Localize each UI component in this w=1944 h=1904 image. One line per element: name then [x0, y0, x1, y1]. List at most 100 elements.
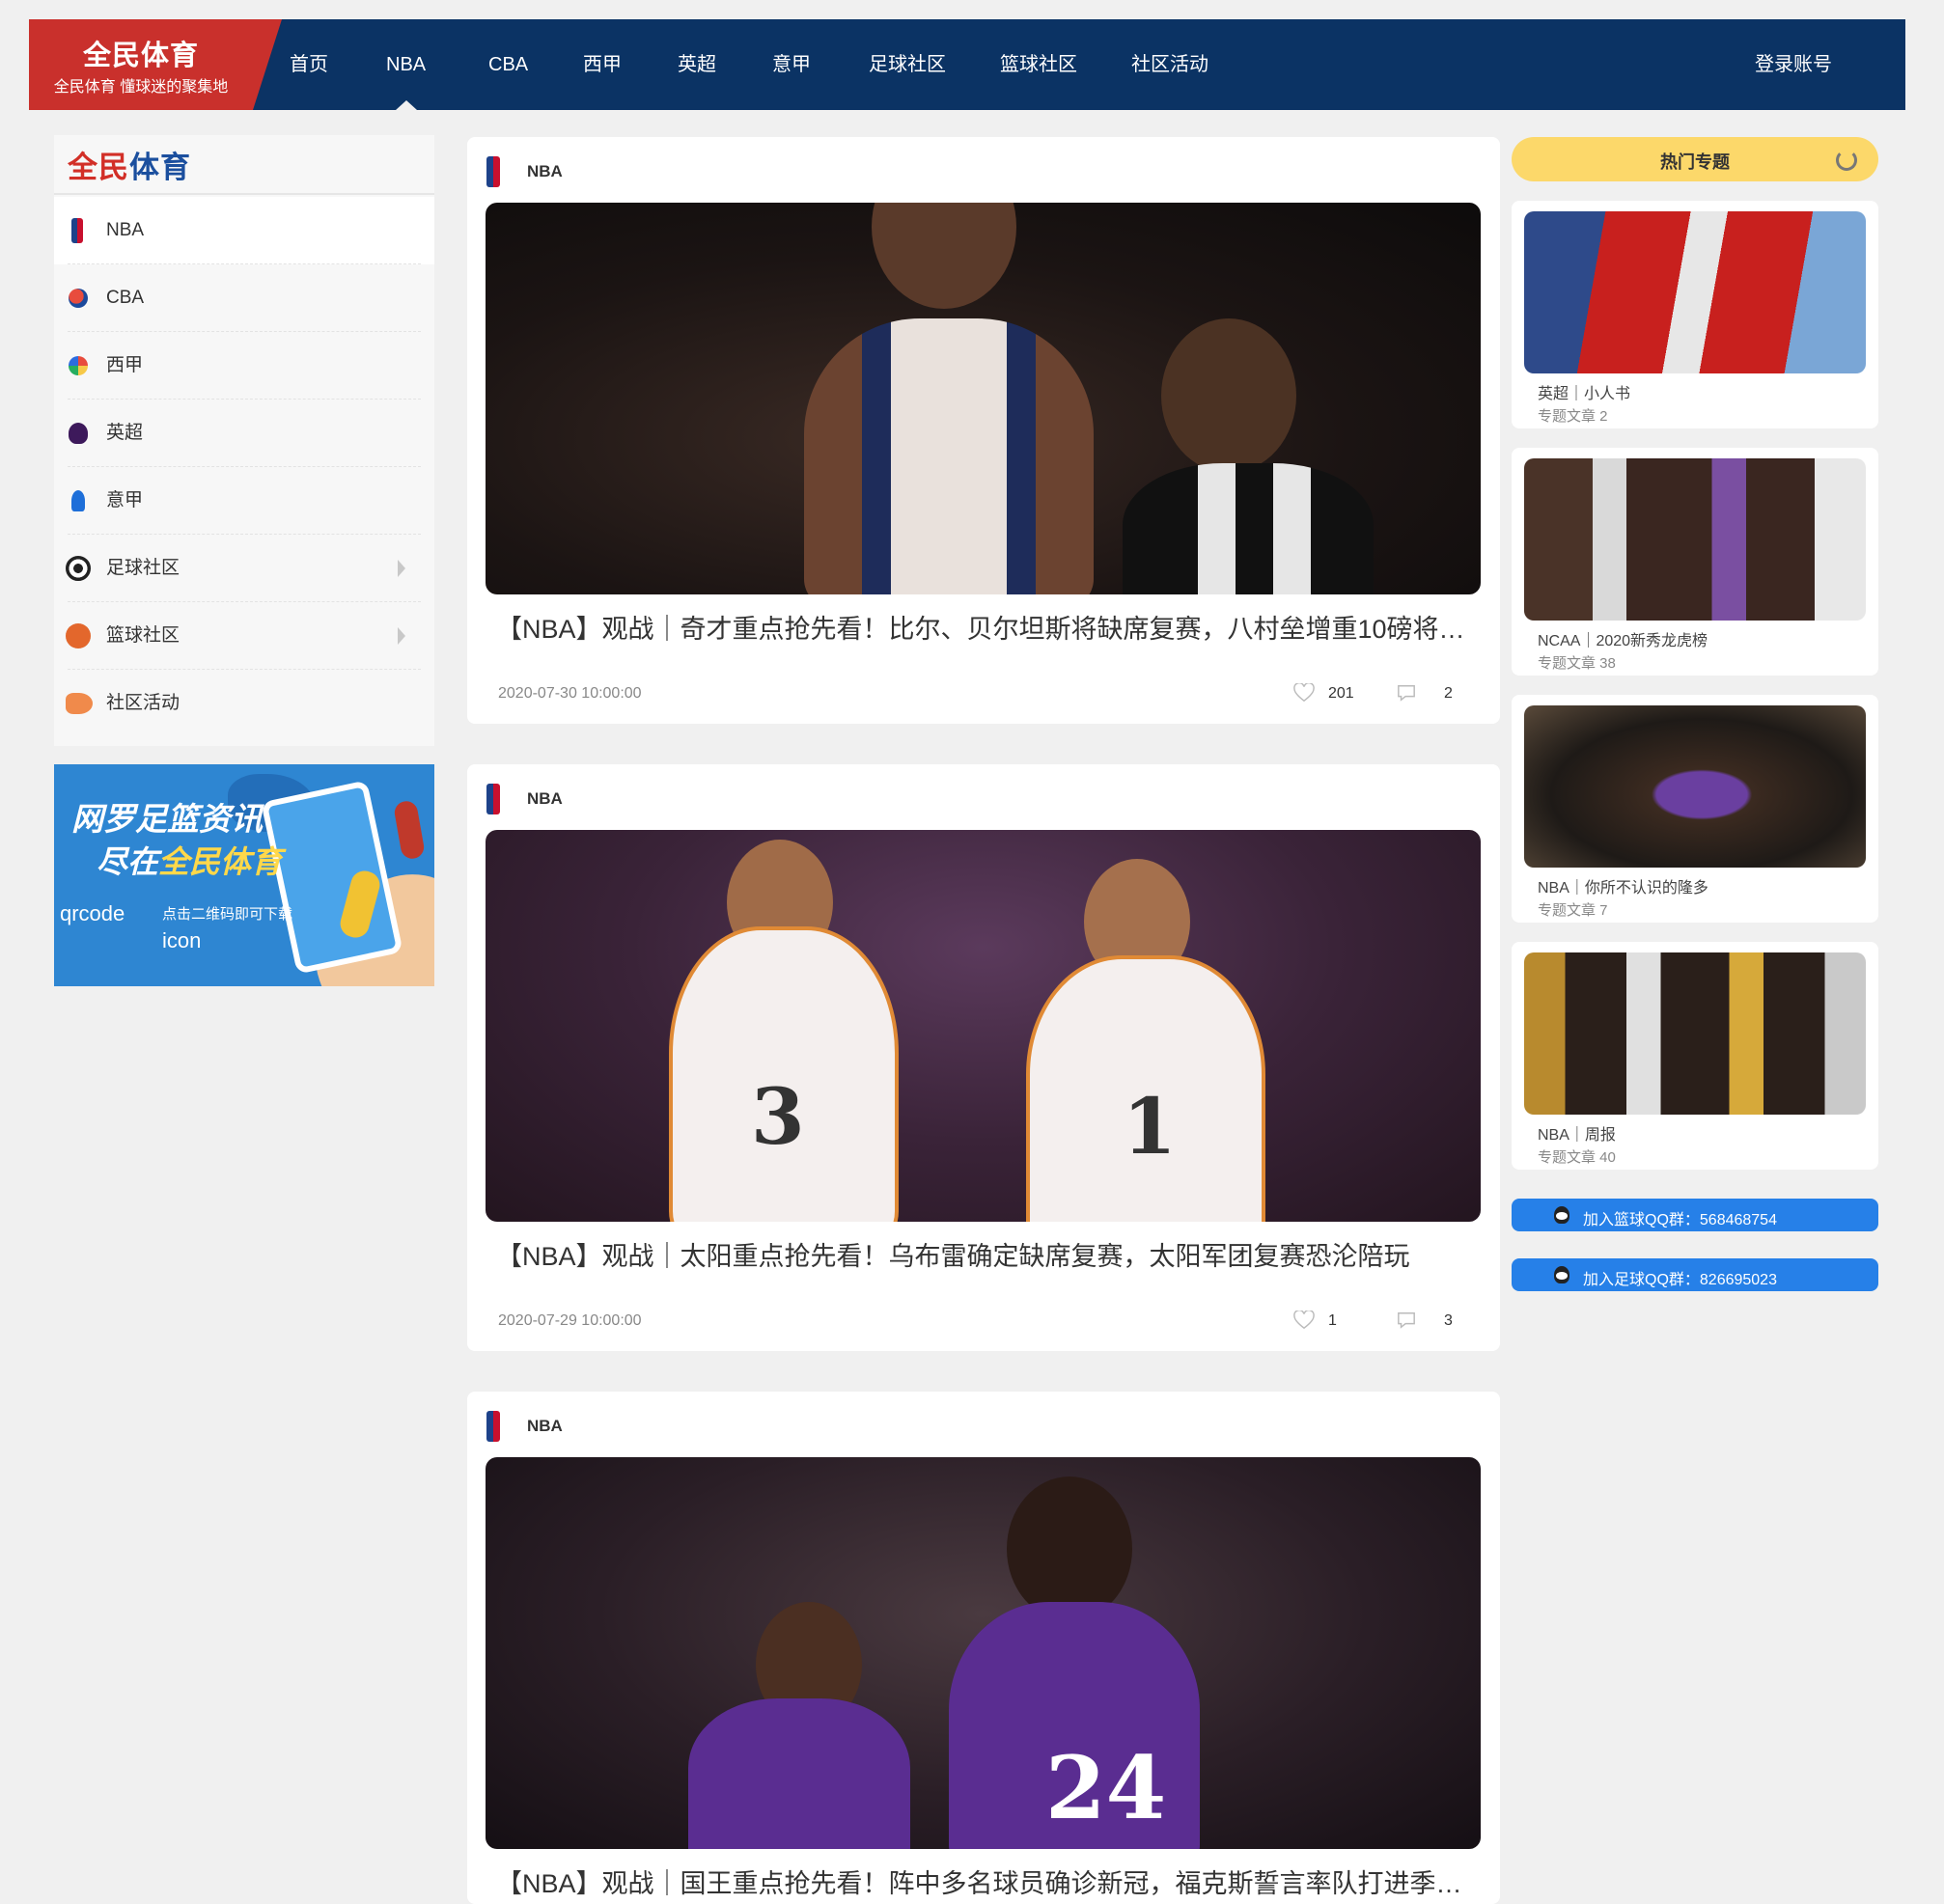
nav-item-home[interactable]: 首页: [290, 19, 328, 110]
qq-group-label: 加入足球QQ群：826695023: [1583, 1272, 1777, 1288]
topic-image: [1524, 458, 1866, 621]
nba-logo-icon: [486, 1411, 500, 1442]
sidebar-item-football-community[interactable]: 足球社区: [54, 535, 434, 602]
article-card[interactable]: NBA 3 1 【NBA】观战｜太阳重点抢先看！乌布雷确定缺席复赛，太阳军团复赛…: [467, 764, 1500, 1351]
topic-image: [1524, 705, 1866, 868]
comment-icon[interactable]: [1396, 683, 1417, 703]
jersey-number: 24: [1045, 1737, 1167, 1839]
article-tag: NBA: [527, 162, 563, 180]
banner-subheadline: 尽在全民体育: [97, 838, 282, 882]
article-title[interactable]: 【NBA】观战｜国王重点抢先看！阵中多名球员确诊新冠，福克斯誓言率队打进季后赛: [496, 1863, 1471, 1900]
sidebar-item-label: 社区活动: [106, 693, 181, 713]
join-football-qq-group-button[interactable]: 加入足球QQ群：826695023: [1512, 1258, 1878, 1291]
brand-subtitle: 全民体育 懂球迷的聚集地: [53, 79, 229, 96]
player-head: [1007, 1476, 1132, 1621]
player-jersey: [804, 318, 1094, 594]
nav-item-nba[interactable]: NBA: [386, 19, 426, 110]
sidebar-logo: 全民体育: [68, 143, 191, 186]
topic-article-count: 专题文章 38: [1538, 655, 1616, 672]
player-jersey: [688, 1698, 910, 1849]
heart-icon[interactable]: [1293, 1311, 1315, 1330]
sidebar-item-label: CBA: [106, 288, 145, 308]
qq-penguin-icon: [1554, 1206, 1569, 1224]
activity-icon: [66, 693, 93, 714]
sidebar-item-basketball-community[interactable]: 篮球社区: [54, 602, 434, 670]
article-image[interactable]: 24: [486, 1457, 1481, 1849]
sidebar-logo-red-text: 全民: [68, 151, 129, 184]
topic-image: [1524, 211, 1866, 373]
banner-subheadline-prefix: 尽在: [97, 844, 159, 879]
sidebar-item-community-events[interactable]: 社区活动: [54, 670, 434, 737]
referee-head: [1161, 318, 1296, 473]
article-image[interactable]: [486, 203, 1481, 594]
sidebar-divider: [54, 193, 434, 195]
sidebar-item-nba[interactable]: NBA: [54, 197, 434, 264]
brand-logo[interactable]: 全民体育 全民体育 懂球迷的聚集地: [29, 19, 282, 110]
nav-item-community-events[interactable]: 社区活动: [1131, 19, 1208, 110]
topic-article-count: 专题文章 7: [1538, 902, 1608, 919]
sidebar-item-premier-league[interactable]: 英超: [54, 400, 434, 467]
hot-topic-card[interactable]: NBA｜你所不认识的隆多 专题文章 7: [1512, 695, 1878, 923]
topic-name: NBA｜你所不认识的隆多: [1538, 880, 1708, 897]
hot-topics-header[interactable]: 热门专题: [1512, 137, 1878, 181]
qq-group-label: 加入篮球QQ群：568468754: [1583, 1212, 1777, 1228]
nav-item-laliga[interactable]: 西甲: [583, 19, 622, 110]
app-icon-image-alt: icon: [162, 928, 202, 952]
article-title[interactable]: 【NBA】观战｜奇才重点抢先看！比尔、贝尔坦斯将缺席复赛，八村垒增重10磅将独挑…: [496, 608, 1471, 646]
topic-image: [1524, 952, 1866, 1115]
sidebar-item-label: NBA: [106, 220, 145, 240]
qrcode-image-alt[interactable]: qrcode: [60, 901, 125, 926]
sidebar-item-label: 篮球社区: [106, 625, 181, 646]
nav-item-cba[interactable]: CBA: [488, 19, 528, 110]
nav-item-basketball-community[interactable]: 篮球社区: [1000, 19, 1077, 110]
article-date: 2020-07-29 10:00:00: [498, 1312, 642, 1329]
nba-logo-icon: [486, 156, 500, 187]
laliga-logo-icon: [69, 356, 88, 375]
nba-logo-icon: [486, 784, 500, 814]
topic-article-count: 专题文章 40: [1538, 1149, 1616, 1166]
top-navigation-bar: 全民体育 全民体育 懂球迷的聚集地 首页 NBA CBA 西甲 英超 意甲 足球…: [29, 19, 1905, 110]
nav-item-football-community[interactable]: 足球社区: [869, 19, 946, 110]
sidebar-item-label: 英超: [106, 423, 144, 443]
join-basketball-qq-group-button[interactable]: 加入篮球QQ群：568468754: [1512, 1199, 1878, 1231]
article-tag: NBA: [527, 789, 563, 808]
serie-a-logo-icon: [71, 490, 85, 511]
login-link[interactable]: 登录账号: [1755, 19, 1832, 110]
topic-name: 英超｜小人书: [1538, 386, 1631, 402]
nba-logo-icon: [71, 218, 83, 243]
comment-count: 3: [1444, 1312, 1453, 1329]
refresh-icon[interactable]: [1836, 150, 1857, 171]
topic-name: NBA｜周报: [1538, 1127, 1616, 1144]
sidebar-item-label: 西甲: [106, 355, 144, 375]
soccer-ball-icon: [66, 556, 91, 581]
hot-topics-title: 热门专题: [1660, 152, 1730, 172]
hot-topic-card[interactable]: 英超｜小人书 专题文章 2: [1512, 201, 1878, 428]
category-sidebar: 全民体育 NBA CBA 西甲 英超 意甲 足球社区 篮球社区 社区活动: [54, 135, 434, 746]
brand-title: 全民体育: [82, 41, 199, 71]
sidebar-item-label: 足球社区: [106, 558, 181, 578]
sidebar-item-cba[interactable]: CBA: [54, 264, 434, 332]
hot-topic-card[interactable]: NBA｜周报 专题文章 40: [1512, 942, 1878, 1170]
article-title[interactable]: 【NBA】观战｜太阳重点抢先看！乌布雷确定缺席复赛，太阳军团复赛恐沦陪玩: [496, 1235, 1471, 1273]
app-download-banner[interactable]: 网罗足篮资讯 尽在全民体育 qrcode 点击二维码即可下载 icon: [54, 764, 434, 986]
comment-icon[interactable]: [1396, 1311, 1417, 1330]
banner-headline: 网罗足篮资讯: [71, 801, 263, 837]
nav-item-serie-a[interactable]: 意甲: [772, 19, 811, 110]
banner-player-illustration: [392, 799, 427, 861]
sidebar-item-serie-a[interactable]: 意甲: [54, 467, 434, 535]
topic-article-count: 专题文章 2: [1538, 408, 1608, 425]
article-card[interactable]: NBA 【NBA】观战｜奇才重点抢先看！比尔、贝尔坦斯将缺席复赛，八村垒增重10…: [467, 137, 1500, 724]
download-tip: 点击二维码即可下载: [162, 906, 293, 923]
sidebar-item-laliga[interactable]: 西甲: [54, 332, 434, 400]
sidebar-item-label: 意甲: [106, 490, 144, 510]
article-card[interactable]: NBA 24 【NBA】观战｜国王重点抢先看！阵中多名球员确诊新冠，福克斯誓言率…: [467, 1392, 1500, 1904]
nav-item-premier-league[interactable]: 英超: [678, 19, 716, 110]
heart-icon[interactable]: [1293, 683, 1315, 703]
topic-name: NCAA｜2020新秀龙虎榜: [1538, 633, 1708, 649]
like-count: 201: [1328, 685, 1354, 702]
comment-count: 2: [1444, 685, 1453, 702]
jersey-number: 1: [1123, 1081, 1177, 1172]
article-image[interactable]: 3 1: [486, 830, 1481, 1222]
premier-league-logo-icon: [69, 423, 88, 444]
hot-topic-card[interactable]: NCAA｜2020新秀龙虎榜 专题文章 38: [1512, 448, 1878, 676]
